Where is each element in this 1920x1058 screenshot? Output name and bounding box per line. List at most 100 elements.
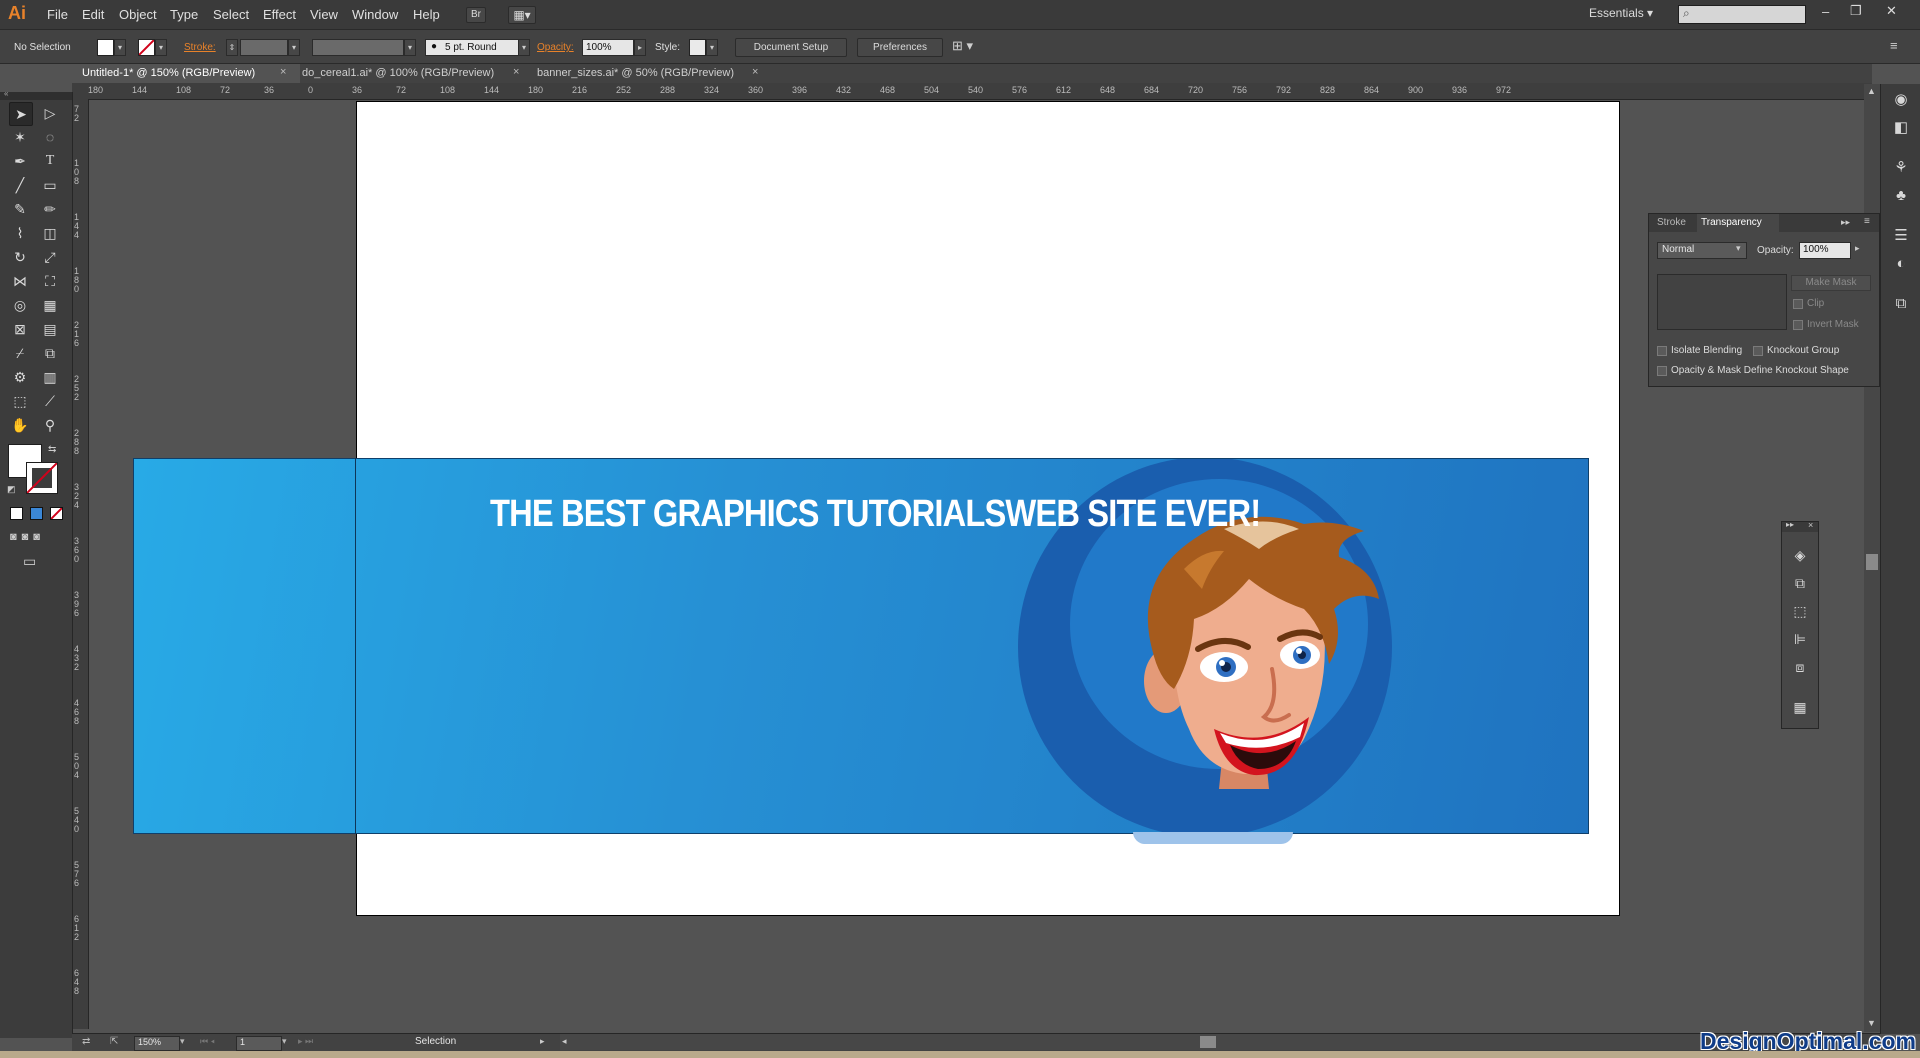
transform-panel-icon[interactable]: ⬚ xyxy=(1791,602,1809,620)
lasso-tool-icon[interactable]: ◌ xyxy=(39,126,61,148)
make-mask-button[interactable]: Make Mask xyxy=(1791,275,1871,291)
close-icon[interactable]: × xyxy=(1808,520,1813,530)
magic-wand-tool-icon[interactable]: ✶ xyxy=(9,126,31,148)
brushes-panel-icon[interactable]: ⚘ xyxy=(1891,158,1911,178)
graphic-style-dropdown[interactable]: ▾ xyxy=(706,39,718,56)
collapse-icon[interactable]: « xyxy=(4,89,8,98)
hand-tool-icon[interactable]: ✋ xyxy=(9,414,31,436)
first-artboard-icon[interactable]: ⏮ ◂ xyxy=(200,1036,215,1047)
eraser-tool-icon[interactable]: ◫ xyxy=(39,222,61,244)
menu-edit[interactable]: Edit xyxy=(82,7,104,22)
collapse-icon[interactable]: ▸▸ xyxy=(1841,217,1850,228)
close-window-button[interactable]: ✕ xyxy=(1886,3,1897,19)
stroke-panel-link[interactable]: Stroke: xyxy=(184,42,216,53)
color-guide-icon[interactable]: ◧ xyxy=(1891,118,1911,138)
vertical-scroll-thumb[interactable] xyxy=(1866,554,1878,570)
rectangle-tool-icon[interactable]: ▭ xyxy=(39,174,61,196)
pathfinder-panel-icon[interactable]: ⧈ xyxy=(1791,658,1809,676)
tab-banner-sizes[interactable]: banner_sizes.ai* @ 50% (RGB/Preview) xyxy=(527,64,757,83)
control-bar-menu-icon[interactable]: ≡ xyxy=(1890,38,1898,53)
stroke-color-box[interactable] xyxy=(26,462,58,494)
pencil-tool-icon[interactable]: ✏ xyxy=(39,198,61,220)
menu-help[interactable]: Help xyxy=(413,7,440,22)
opacity-panel-link[interactable]: Opacity: xyxy=(537,42,574,53)
stroke-weight-stepper[interactable]: ⇕ xyxy=(226,39,238,56)
gradient-mode-button[interactable] xyxy=(30,507,43,520)
document-setup-button[interactable]: Document Setup xyxy=(735,38,847,57)
pen-tool-icon[interactable]: ✒ xyxy=(9,150,31,172)
opacity-field[interactable]: 100% xyxy=(1799,242,1851,259)
variable-width-dropdown[interactable]: ▾ xyxy=(404,39,416,56)
horizontal-scroll-thumb[interactable] xyxy=(1200,1036,1216,1048)
preferences-button[interactable]: Preferences xyxy=(857,38,943,57)
scroll-up-icon[interactable]: ▲ xyxy=(1867,86,1876,96)
stroke-swatch-dropdown[interactable]: ▾ xyxy=(155,39,167,56)
scroll-left-icon[interactable]: ◂ xyxy=(562,1036,567,1047)
layers-panel-icon[interactable]: ◈ xyxy=(1791,546,1809,564)
bridge-button[interactable]: Br xyxy=(466,7,486,23)
search-input[interactable] xyxy=(1697,7,1801,22)
share-icon[interactable]: ⇄ xyxy=(82,1036,90,1047)
chevron-down-icon[interactable]: ▾ xyxy=(282,1036,287,1047)
direct-selection-tool-icon[interactable]: ▷ xyxy=(39,102,61,124)
open-in-icon[interactable]: ⇱ xyxy=(110,1036,118,1047)
clip-checkbox[interactable] xyxy=(1793,299,1803,309)
workspace-switcher[interactable]: Essentials ▾ xyxy=(1589,6,1653,20)
scale-tool-icon[interactable]: ⤢ xyxy=(39,246,61,268)
menu-type[interactable]: Type xyxy=(170,7,198,22)
brush-definition-field[interactable]: ● 5 pt. Round xyxy=(425,39,519,56)
shape-builder-tool-icon[interactable]: ◎ xyxy=(9,294,31,316)
restore-button[interactable]: ❐ xyxy=(1850,3,1862,19)
zoom-tool-icon[interactable]: ⚲ xyxy=(39,414,61,436)
status-menu-icon[interactable]: ▸ xyxy=(540,1036,545,1047)
symbols-panel-icon[interactable]: ♣ xyxy=(1891,186,1911,206)
isolate-blending-checkbox[interactable] xyxy=(1657,346,1667,356)
fill-dropdown[interactable]: ▾ xyxy=(114,39,126,56)
stroke-weight-dropdown[interactable]: ▾ xyxy=(288,39,300,56)
mesh-tool-icon[interactable]: ⊠ xyxy=(9,318,31,340)
blob-brush-tool-icon[interactable]: ⌇ xyxy=(9,222,31,244)
perspective-grid-tool-icon[interactable]: ▦ xyxy=(39,294,61,316)
scroll-down-icon[interactable]: ▼ xyxy=(1867,1018,1876,1028)
menu-effect[interactable]: Effect xyxy=(263,7,296,22)
banner-headline[interactable]: THE BEST GRAPHICS TUTORIALSWEB SITE EVER… xyxy=(490,493,1261,536)
blend-tool-icon[interactable]: ⧉ xyxy=(39,342,61,364)
stroke-panel-icon[interactable]: ☰ xyxy=(1891,226,1911,246)
search-field[interactable]: ⌕ xyxy=(1678,5,1806,24)
selection-tool-icon[interactable]: ➤ xyxy=(9,102,33,126)
type-tool-icon[interactable]: T xyxy=(39,150,61,172)
knockout-group-checkbox[interactable] xyxy=(1753,346,1763,356)
default-fill-stroke-icon[interactable]: ◩ xyxy=(7,484,16,495)
fill-swatch[interactable] xyxy=(97,39,114,56)
opacity-field[interactable]: 100% xyxy=(582,39,634,56)
menu-file[interactable]: File xyxy=(47,7,68,22)
paintbrush-tool-icon[interactable]: ✎ xyxy=(9,198,31,220)
invert-mask-checkbox[interactable] xyxy=(1793,320,1803,330)
panel-menu-icon[interactable]: ≡ xyxy=(1864,216,1870,227)
opacity-flyout[interactable]: ▸ xyxy=(634,39,646,56)
blend-mode-select[interactable]: Normal ▾ xyxy=(1657,242,1747,259)
menu-object[interactable]: Object xyxy=(119,7,157,22)
drawing-modes-icon[interactable]: ◙◙◙ xyxy=(10,531,45,543)
line-segment-tool-icon[interactable]: ╱ xyxy=(9,174,31,196)
artboard-navigation-field[interactable]: 1 xyxy=(236,1036,282,1051)
close-icon[interactable]: × xyxy=(513,66,519,78)
artboards-panel-icon[interactable]: ⧉ xyxy=(1791,574,1809,592)
graphic-style-swatch[interactable] xyxy=(689,39,706,56)
tab-stroke[interactable]: Stroke xyxy=(1657,217,1686,228)
color-panel-icon[interactable]: ◉ xyxy=(1891,90,1911,110)
appearance-panel-icon[interactable]: ⧉ xyxy=(1891,294,1911,314)
menu-window[interactable]: Window xyxy=(352,7,398,22)
color-mode-button[interactable] xyxy=(10,507,23,520)
none-mode-button[interactable] xyxy=(50,507,63,520)
menu-select[interactable]: Select xyxy=(213,7,249,22)
tab-do-cereal1[interactable]: do_cereal1.ai* @ 100% (RGB/Preview) xyxy=(292,64,522,83)
screen-mode-icon[interactable]: ▭ xyxy=(23,553,36,570)
slice-tool-icon[interactable]: ⟋ xyxy=(39,390,61,412)
chevron-right-icon[interactable]: ▸ xyxy=(1855,243,1860,254)
menu-view[interactable]: View xyxy=(310,7,338,22)
stroke-weight-field[interactable] xyxy=(240,39,288,56)
rotate-tool-icon[interactable]: ↻ xyxy=(9,246,31,268)
arrange-documents-button[interactable]: ▦▾ xyxy=(508,6,536,24)
artboard-tool-icon[interactable]: ⬚ xyxy=(9,390,31,412)
